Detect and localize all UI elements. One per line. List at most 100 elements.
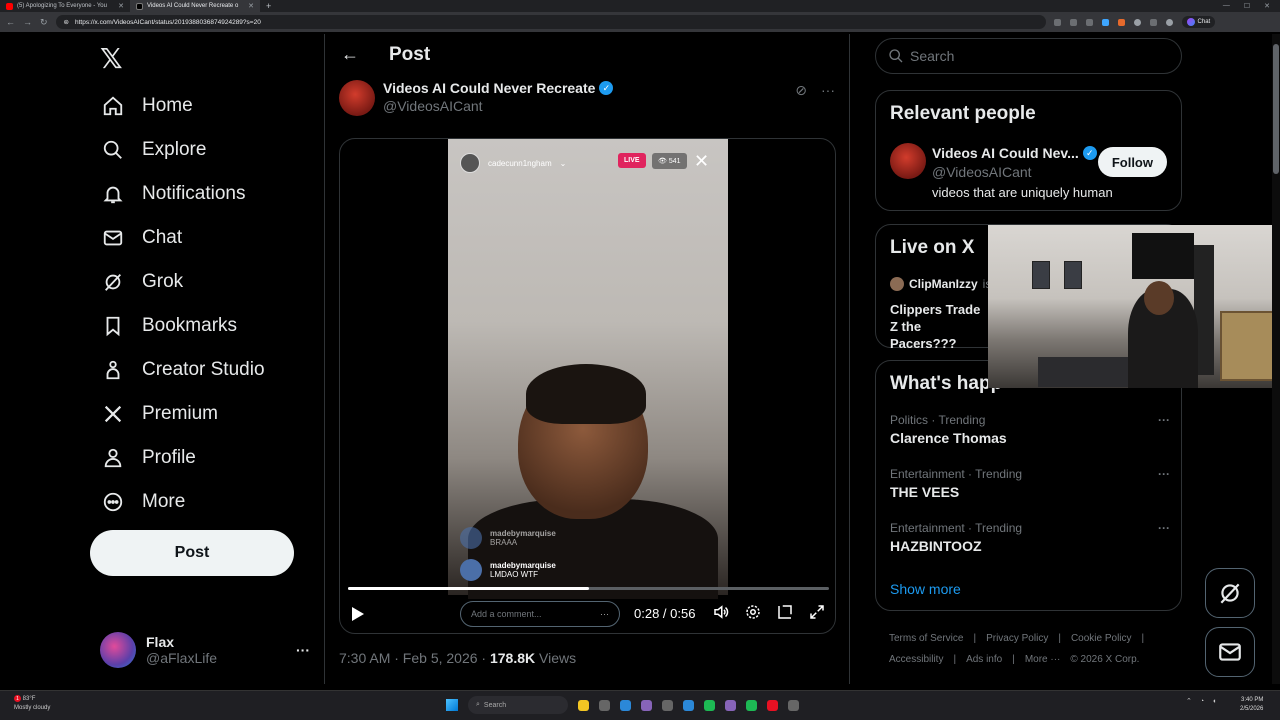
scrollbar-thumb[interactable] — [1273, 44, 1279, 174]
extension-icon[interactable] — [1117, 18, 1125, 26]
nav-label: Creator Studio — [142, 359, 265, 380]
speaker-icon[interactable]: ◖ — [1212, 698, 1216, 705]
extension-icon[interactable] — [1053, 18, 1061, 26]
nav-bookmarks[interactable]: Bookmarks — [102, 306, 237, 346]
close-tab-icon[interactable]: ✕ — [118, 2, 124, 10]
account-switcher[interactable]: Flax @aFlaxLife ··· — [100, 630, 310, 670]
nav-creator-studio[interactable]: Creator Studio — [102, 350, 265, 390]
windows-start-icon[interactable] — [446, 699, 458, 711]
network-icon[interactable]: ◔ — [1200, 698, 1204, 705]
task-view-icon[interactable] — [578, 699, 589, 711]
nav-home[interactable]: Home — [102, 86, 193, 126]
author-avatar[interactable] — [339, 80, 375, 116]
new-tab-button[interactable]: + — [260, 1, 277, 11]
footer-links: Terms of Service | Privacy Policy | Cookie P… — [889, 628, 1189, 670]
more-icon[interactable]: ··· — [1158, 413, 1170, 427]
app-icon[interactable] — [767, 699, 778, 711]
discord-icon[interactable] — [725, 699, 736, 711]
volume-icon[interactable] — [712, 603, 730, 621]
app-icon[interactable] — [788, 699, 799, 711]
profile-icon[interactable] — [1165, 18, 1173, 26]
close-window-icon[interactable]: ✕ — [1264, 2, 1270, 10]
webcam-frame-art — [1220, 311, 1276, 381]
search-input[interactable]: Search — [875, 38, 1182, 74]
nav-grok[interactable]: Grok — [102, 262, 183, 302]
show-more-link[interactable]: Show more — [890, 581, 961, 597]
back-icon[interactable]: ← — [6, 17, 15, 27]
minimize-icon[interactable]: — — [1223, 2, 1230, 10]
app-icon[interactable] — [662, 699, 673, 711]
video-player[interactable]: cadecunn1ngham ⌄ LIVE 👁 541 ✕ madebymarq… — [339, 138, 836, 634]
follow-button[interactable]: Follow — [1097, 147, 1167, 177]
ai-chat-icon — [1186, 18, 1195, 26]
extension-icon[interactable] — [1133, 18, 1141, 26]
post-button[interactable]: Post — [90, 530, 294, 576]
live-host[interactable]: ClipManIzzy is — [890, 277, 991, 291]
zoom-icon[interactable] — [1069, 18, 1077, 26]
settings-gear-icon[interactable] — [744, 603, 762, 621]
bookmark-star-icon[interactable] — [1085, 18, 1093, 26]
app-icon[interactable] — [641, 699, 652, 711]
footer-link[interactable]: Accessibility — [889, 654, 943, 665]
page-scrollbar[interactable] — [1272, 34, 1280, 684]
more-icon[interactable]: ··· — [1158, 467, 1170, 481]
play-icon[interactable] — [352, 607, 364, 621]
edge-icon[interactable] — [683, 699, 694, 711]
messages-floating-button[interactable] — [1205, 627, 1255, 677]
x-logo[interactable]: 𝕏 — [100, 42, 123, 75]
pip-icon[interactable] — [776, 603, 794, 621]
nav-notifications[interactable]: Notifications — [102, 174, 246, 214]
live-topic[interactable]: Clippers Trade Z the Pacers??? — [890, 301, 990, 352]
footer-link[interactable]: Ads info — [966, 654, 1002, 665]
trend-item[interactable]: Entertainment · Trending THE VEES ··· — [890, 467, 1170, 500]
nav-chat[interactable]: Chat — [102, 218, 182, 258]
downloads-icon[interactable] — [1149, 18, 1157, 26]
trend-item[interactable]: Entertainment · Trending HAZBINTOOZ ··· — [890, 521, 1170, 554]
extension-icon[interactable] — [1101, 18, 1109, 26]
trend-item[interactable]: Politics · Trending Clarence Thomas ··· — [890, 413, 1170, 446]
author-name[interactable]: Videos AI Could Never Recreate — [383, 80, 595, 96]
person-name[interactable]: Videos AI Could Nev... — [932, 145, 1079, 161]
more-icon[interactable]: ··· — [821, 82, 835, 99]
video-progress-bar[interactable] — [348, 587, 829, 590]
file-explorer-icon[interactable] — [599, 699, 610, 711]
app-icon[interactable] — [704, 699, 715, 711]
nav-explore[interactable]: Explore — [102, 130, 206, 170]
spotify-icon[interactable] — [746, 699, 757, 711]
maximize-icon[interactable]: ☐ — [1244, 2, 1250, 10]
more-icon[interactable]: ··· — [296, 642, 310, 658]
reload-icon[interactable]: ↻ — [40, 17, 48, 28]
app-icon[interactable] — [620, 699, 631, 711]
footer-link[interactable]: Cookie Policy — [1071, 633, 1132, 644]
grok-icon[interactable]: ⊘ — [795, 82, 807, 99]
browser-tab-x[interactable]: Videos AI Could Never Recreate o ✕ — [130, 0, 260, 12]
more-circle-icon — [103, 492, 123, 512]
taskbar-clock[interactable]: 3:40 PM 2/5/2026 — [1240, 696, 1263, 714]
fullscreen-icon[interactable] — [808, 603, 826, 621]
nav-premium[interactable]: Premium — [102, 394, 218, 434]
address-bar[interactable]: ⊜ https://x.com/VideosAICant/status/2019… — [55, 15, 1046, 29]
browser-chat-button[interactable]: Chat — [1181, 16, 1216, 28]
post-timestamp[interactable]: 7:30 AM · Feb 5, 2026 · — [339, 650, 490, 666]
nav-profile[interactable]: Profile — [102, 438, 196, 478]
author-handle[interactable]: @VideosAICant — [383, 98, 613, 114]
chevron-up-icon[interactable]: ⌃ — [1186, 697, 1192, 705]
more-icon[interactable]: ··· — [1158, 521, 1170, 535]
site-info-icon[interactable]: ⊜ — [64, 18, 69, 26]
footer-link[interactable]: More ··· — [1025, 654, 1061, 665]
video-frame[interactable]: cadecunn1ngham ⌄ LIVE 👁 541 ✕ madebymarq… — [448, 139, 728, 599]
more-icon[interactable]: ··· — [600, 609, 609, 619]
back-arrow-icon[interactable]: ← — [341, 44, 359, 65]
nav-label: Home — [142, 95, 193, 116]
forward-icon[interactable]: → — [23, 17, 32, 27]
close-tab-icon[interactable]: ✕ — [248, 2, 254, 10]
footer-link[interactable]: Privacy Policy — [986, 633, 1048, 644]
taskbar-search[interactable]: ⌕ Search — [468, 696, 568, 714]
weather-widget[interactable]: 1 83°F Mostly cloudy — [14, 695, 50, 713]
nav-more[interactable]: More — [102, 482, 185, 522]
footer-link[interactable]: Terms of Service — [889, 633, 963, 644]
grok-floating-button[interactable] — [1205, 568, 1255, 618]
avatar[interactable] — [890, 143, 926, 179]
browser-tab-youtube[interactable]: (5) Apologizing To Everyone - You ✕ — [0, 0, 130, 12]
video-comment-input[interactable]: Add a comment... ··· — [460, 601, 620, 627]
